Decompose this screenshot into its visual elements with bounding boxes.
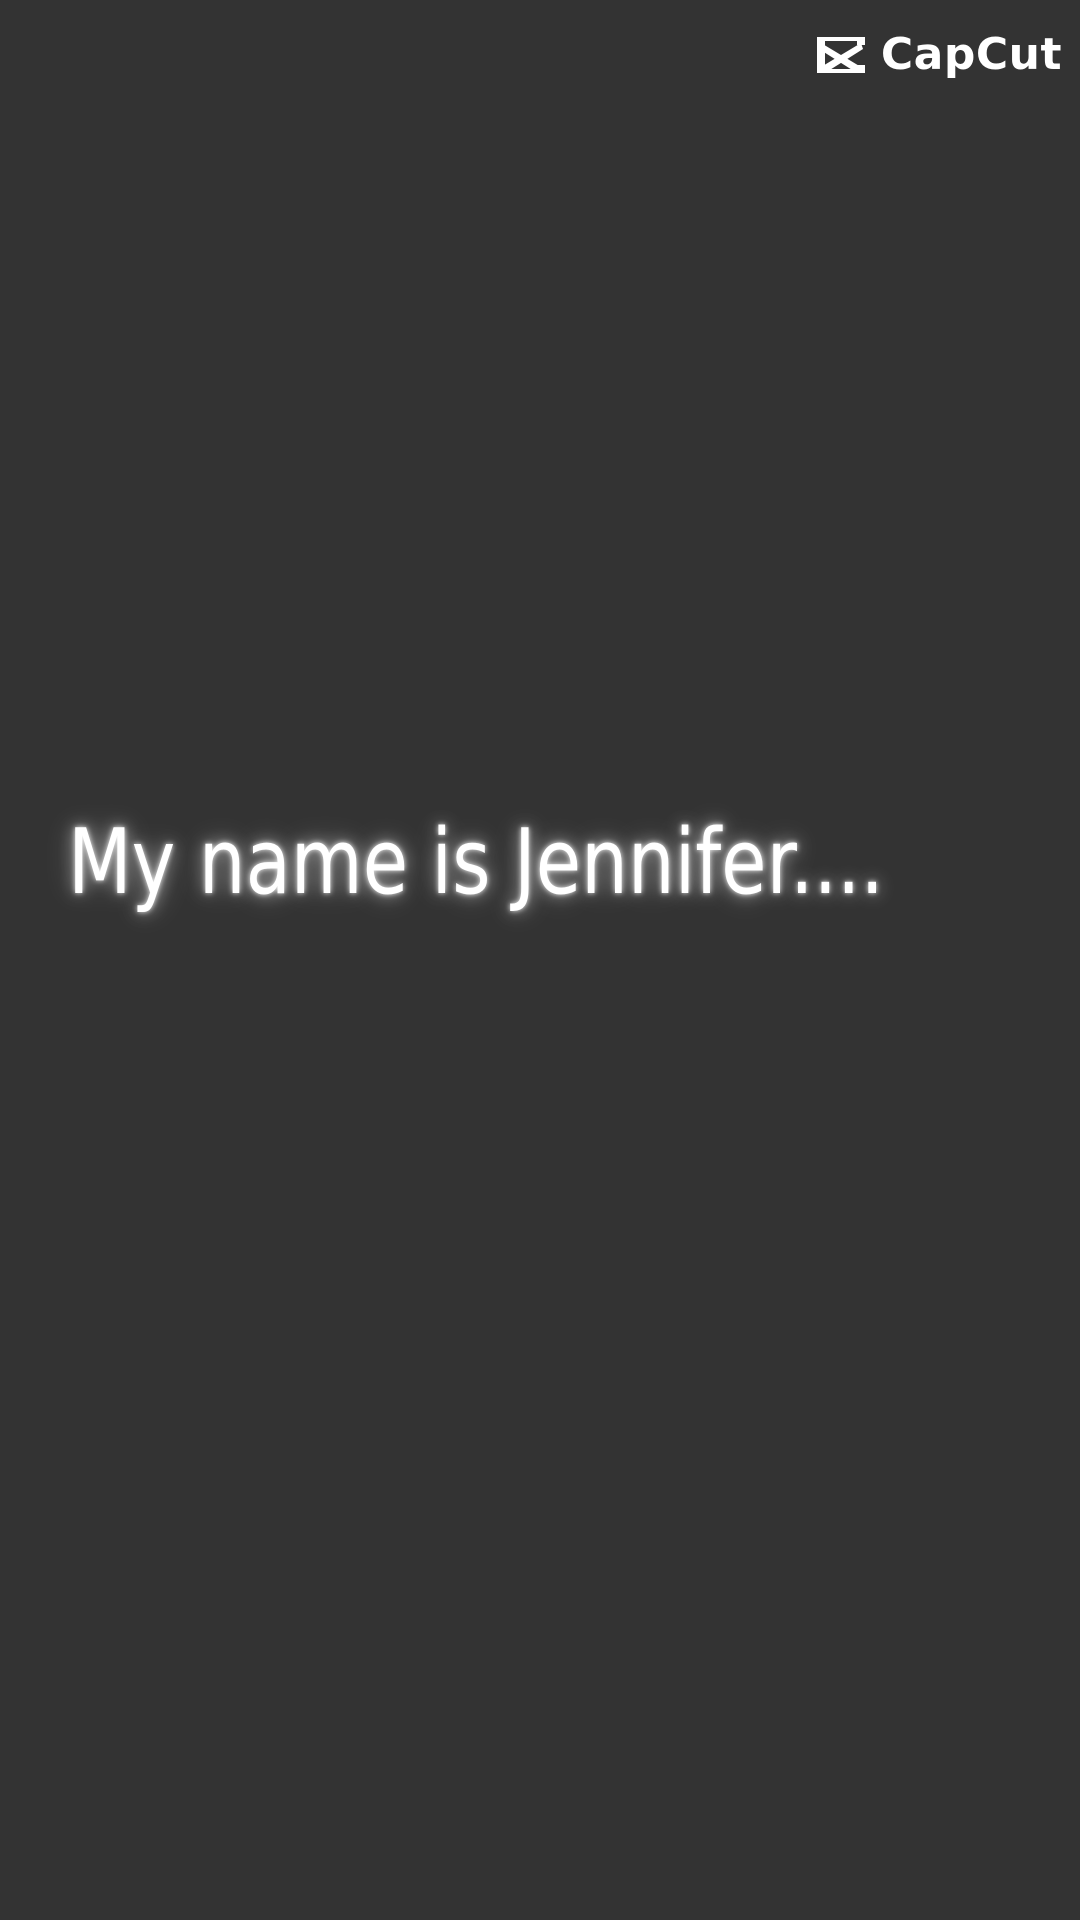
capcut-logo-icon [816,37,865,73]
video-frame: CapCut My name is Jennifer.... [0,0,1080,1920]
capcut-watermark: CapCut [813,30,1062,80]
capcut-brand-text: CapCut [880,29,1062,80]
caption-text: My name is Jennifer.... [68,810,884,915]
